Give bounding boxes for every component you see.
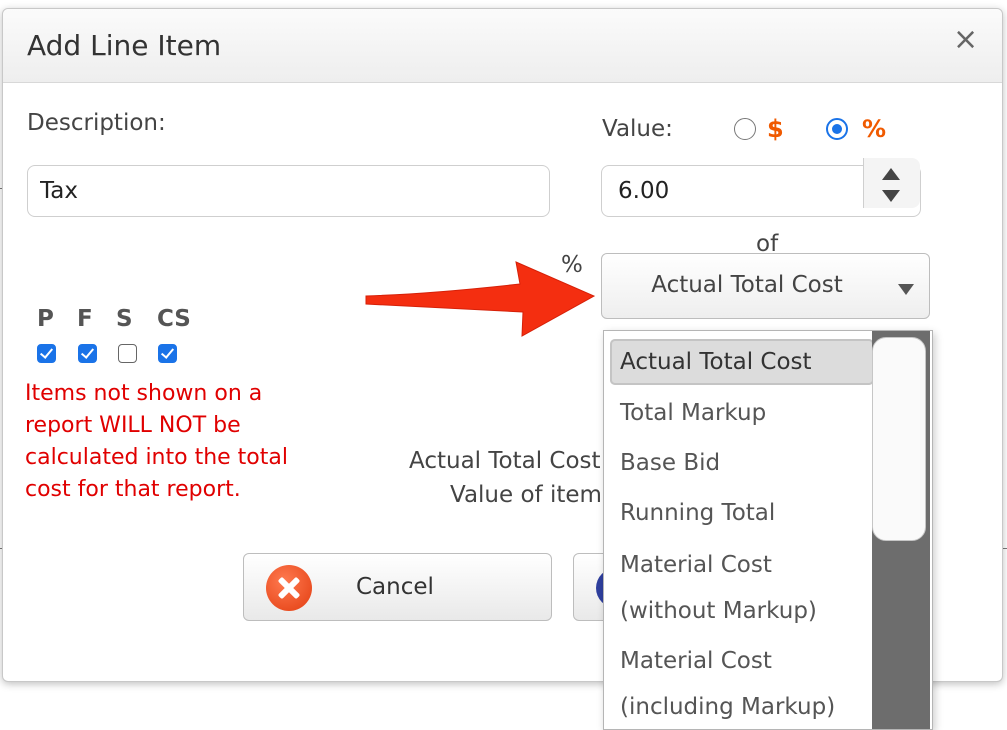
dropdown-option[interactable]: Actual Total Cost	[610, 339, 874, 385]
percent-symbol: %	[862, 115, 887, 143]
cancel-button-label: Cancel	[356, 574, 434, 600]
base-cost-dropdown[interactable]: Actual Total Cost Total Markup Base Bid …	[603, 330, 933, 730]
report-checkbox-cs[interactable]	[158, 344, 177, 363]
cancel-icon	[266, 565, 312, 611]
base-cost-select[interactable]: Actual Total Cost	[601, 253, 930, 319]
dollar-radio[interactable]	[734, 118, 756, 140]
value-stepper[interactable]	[863, 158, 920, 208]
dropdown-option[interactable]: Total Markup	[620, 390, 766, 436]
description-label: Description:	[27, 110, 166, 136]
close-icon[interactable]: ×	[953, 25, 978, 55]
summary-line-1: Actual Total Cost	[409, 448, 601, 474]
dollar-symbol: $	[767, 115, 784, 143]
dropdown-option[interactable]: Base Bid	[620, 440, 720, 486]
report-header-s: S	[116, 306, 133, 332]
report-header-p: P	[37, 306, 54, 332]
dropdown-option-continued[interactable]: (without Markup)	[620, 588, 817, 634]
percent-radio[interactable]	[826, 118, 848, 140]
value-label: Value:	[602, 116, 673, 142]
summary-line-2: Value of item	[450, 482, 602, 508]
dropdown-option[interactable]: Material Cost	[620, 638, 772, 684]
description-input[interactable]	[27, 165, 550, 217]
stepper-down-icon[interactable]	[882, 190, 900, 202]
report-checkbox-p[interactable]	[37, 344, 56, 363]
dropdown-option-continued[interactable]: (including Markup)	[620, 684, 835, 729]
dropdown-scrollbar-thumb[interactable]	[872, 337, 926, 541]
report-checkbox-f[interactable]	[78, 344, 97, 363]
dropdown-option[interactable]: Running Total	[620, 490, 775, 536]
report-checkbox-s[interactable]	[118, 344, 137, 363]
cancel-button[interactable]: Cancel	[243, 553, 552, 621]
stepper-up-icon[interactable]	[882, 168, 900, 180]
annotation-arrow-icon	[365, 261, 596, 337]
chevron-down-icon	[898, 284, 914, 295]
dialog-title: Add Line Item	[27, 29, 222, 62]
report-header-cs: CS	[157, 306, 191, 332]
base-cost-select-value: Actual Total Cost	[651, 272, 843, 298]
dialog-titlebar: Add Line Item ×	[3, 9, 1002, 83]
report-warning-text: Items not shown on a report WILL NOT be …	[25, 381, 288, 502]
report-header-f: F	[77, 306, 93, 332]
dropdown-option[interactable]: Material Cost	[620, 542, 772, 588]
